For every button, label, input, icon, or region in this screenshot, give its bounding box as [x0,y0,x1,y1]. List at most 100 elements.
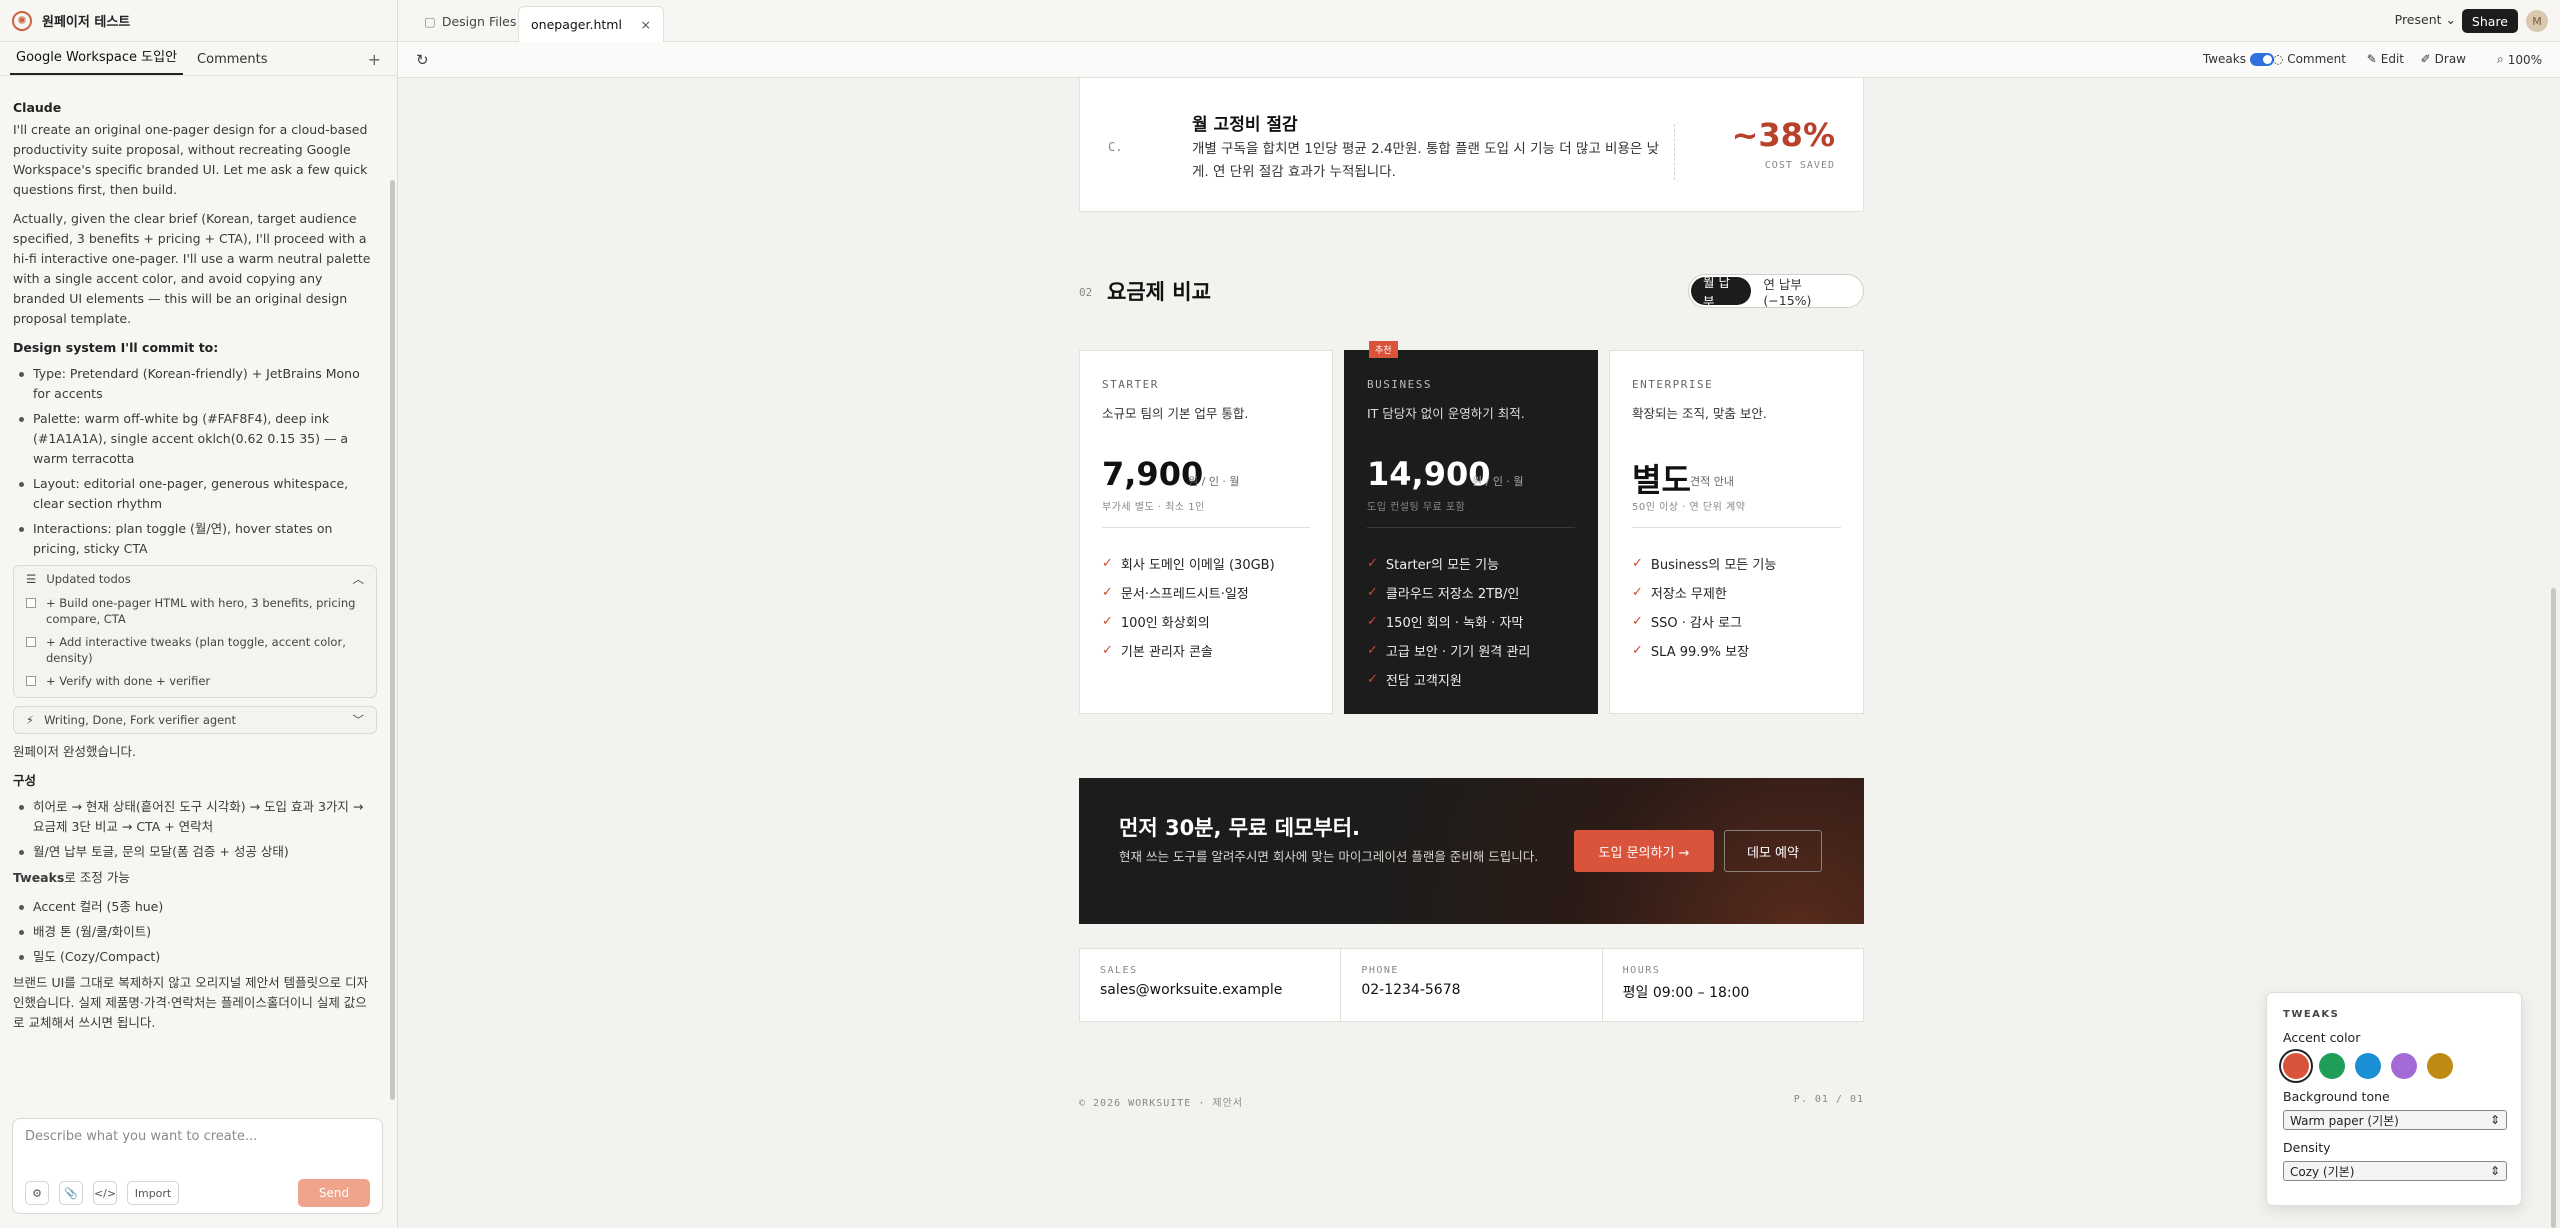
pricing-grid: STARTER 소규모 팀의 기본 업무 통합. 7,900 원 / 인 · 월… [1079,341,1864,714]
settings-icon[interactable]: ⚙ [25,1181,49,1205]
check-icon: ✓ [1102,614,1113,629]
density-label: Density [2283,1140,2331,1155]
message-paragraph: 브랜드 UI를 그대로 복제하지 않고 오리지널 제안서 템플릿으로 디자인했습… [13,975,369,1030]
brush-icon: ✐ [2420,52,2431,66]
tweaks-title: TWEAKS [2283,1009,2340,1020]
contact-sales-button[interactable]: 도입 문의하기 → [1574,830,1714,872]
tab-design-files[interactable]: ▢ Design Files [412,6,528,36]
toggle-switch[interactable] [2250,52,2274,66]
message-paragraph: Actually, given the clear brief (Korean,… [13,211,371,326]
tab-onepager[interactable]: onepager.html × [518,6,664,42]
plan-note: 50인 이상 · 연 단위 계약 [1632,502,1746,513]
list-item: Palette: warm off-white bg (#FAF8F4), de… [13,409,377,469]
comment-button[interactable]: ◌ Comment [2273,52,2346,66]
chat-scrollbar[interactable] [390,180,395,1100]
accent-swatches [2283,1053,2505,1079]
feature-list: ✓ Starter의 모든 기능 ✓ 클라우드 저장소 2TB/인 ✓ 150인 회의… [1367,549,1530,694]
contact-sales: SALES sales@worksuite.example [1080,949,1342,1021]
todo-checkbox[interactable] [26,637,36,647]
message-paragraph: 원페이저 완성했습니다. [13,744,136,759]
app-logo-icon[interactable]: ✺ [12,10,32,31]
feature-text: 100인 화상회의 [1120,616,1210,631]
list-item: Interactions: plan toggle (월/연), hover s… [13,519,377,559]
feature-item: ✓ Starter의 모든 기능 [1367,549,1530,578]
tweaks-line: Tweaks로 조정 가능 [13,868,377,888]
add-tab-icon[interactable]: + [368,50,381,69]
tab-comments[interactable]: Comments [191,52,273,75]
send-button[interactable]: Send [298,1179,370,1207]
avatar[interactable]: M [2526,10,2548,32]
divider [1674,124,1675,180]
todo-item: + Verify with done + verifier [14,670,376,697]
background-select[interactable]: Warm paper (기본) ⇕ [2283,1110,2507,1130]
section-title: 요금제 비교 [1107,280,1211,304]
todo-checkbox[interactable] [26,676,36,686]
design-list: Type: Pretendard (Korean-friendly) + Jet… [13,364,377,559]
present-button[interactable]: Present ⌄ [2395,12,2456,27]
tweaks-toggle[interactable]: Tweaks [2203,52,2274,66]
check-icon: ✓ [1367,614,1378,629]
contact-value: 평일 09:00 – 18:00 [1622,985,1750,1001]
attach-icon[interactable]: 📎 [59,1181,83,1205]
accent-swatch[interactable] [2283,1053,2309,1079]
accent-swatch[interactable] [2427,1053,2453,1079]
accent-swatch[interactable] [2319,1053,2345,1079]
tweaks-panel: TWEAKS Accent color Background tone Warm… [2266,992,2522,1206]
feature-text: 회사 도메인 이메일 (30GB) [1120,558,1275,573]
chevron-down-icon[interactable]: ﹀ [353,710,365,730]
divider [1632,527,1841,528]
canvas-scrollbar[interactable] [2551,588,2556,1228]
code-icon[interactable]: </> [93,1181,117,1205]
plan-card-starter[interactable]: STARTER 소규모 팀의 기본 업무 통합. 7,900 원 / 인 · 월… [1079,350,1333,714]
list-item: Layout: editorial one-pager, generous wh… [13,474,377,514]
composer: Describe what you want to create... ⚙ 📎 … [12,1118,383,1214]
accent-swatch[interactable] [2391,1053,2417,1079]
billing-yearly[interactable]: 연 납부 (−15%) [1751,277,1861,308]
message-paragraph: I'll create an original one-pager design… [13,122,368,197]
feature-text: 150인 회의 · 녹화 · 자막 [1385,616,1524,631]
chevron-up-icon[interactable]: ︿ [353,569,365,589]
tweaks-label: Tweaks [2202,52,2246,66]
list-item: 히어로 → 현재 상태(흩어진 도구 시각화) → 도입 효과 3가지 → 요금… [13,797,377,837]
feature-text: 문서·스프레드시트·일정 [1120,587,1249,602]
todos-card-header[interactable]: ☰ Updated todos ︿ [14,566,376,592]
draw-button[interactable]: ✐ Draw [2421,52,2466,66]
chat-log: Claude I'll create an original one-pager… [0,78,389,1104]
density-select[interactable]: Cozy (기본) ⇕ [2283,1161,2507,1181]
check-icon: ✓ [1367,643,1378,658]
close-icon[interactable]: × [641,17,651,32]
check-icon: ✓ [1102,556,1113,571]
comment-label: Comment [2287,52,2346,66]
agent-card[interactable]: ⚡ Writing, Done, Fork verifier agent ﹀ [13,706,377,734]
footer-copyright: © 2026 WORKSUITE · 제안서 [1079,1098,1243,1109]
book-demo-button[interactable]: 데모 예약 [1724,830,1822,872]
edit-label: Edit [2380,52,2404,66]
tab-label: Design Files [441,13,517,29]
reload-icon[interactable]: ↻ [416,51,429,69]
design-heading: Design system I'll commit to: [13,340,219,355]
benefit-letter: C. [1108,140,1123,154]
folder-icon: ▢ [424,13,436,29]
import-button[interactable]: Import [127,1181,179,1205]
contact-value[interactable]: 02-1234-5678 [1361,982,1601,998]
check-icon: ✓ [1102,585,1113,600]
tab-chat[interactable]: Google Workspace 도입안 [10,46,184,75]
feature-item: ✓ 회사 도메인 이메일 (30GB) [1102,549,1275,578]
plan-card-enterprise[interactable]: ENTERPRISE 확장되는 조직, 맞춤 보안. 별도 견적 안내 50인 … [1609,350,1864,714]
plan-note: 부가세 별도 · 최소 1인 [1102,502,1205,513]
feature-text: 클라우드 저장소 2TB/인 [1385,587,1520,602]
share-button[interactable]: Share [2461,9,2518,33]
todo-checkbox[interactable] [26,598,36,608]
contact-label: SALES [1100,965,1138,976]
tweaks-heading: Tweaks [13,870,65,885]
accent-swatch[interactable] [2355,1053,2381,1079]
feature-item: ✓ SSO · 감사 로그 [1632,607,1776,636]
edit-button[interactable]: ✎ Edit [2367,52,2404,66]
contact-value[interactable]: sales@worksuite.example [1100,982,1340,998]
prompt-input[interactable]: Describe what you want to create... [25,1129,257,1144]
composition-list: 히어로 → 현재 상태(흩어진 도구 시각화) → 도입 효과 3가지 → 요금… [13,797,377,862]
billing-monthly[interactable]: 월 납부 [1691,275,1752,309]
zoom-control[interactable]: ⌕ 100% [2497,52,2542,67]
plan-card-business[interactable]: 추천 BUSINESS IT 담당자 없이 운영하기 최적. 14,900 원 … [1344,341,1598,714]
send-label: Send [318,1186,350,1200]
